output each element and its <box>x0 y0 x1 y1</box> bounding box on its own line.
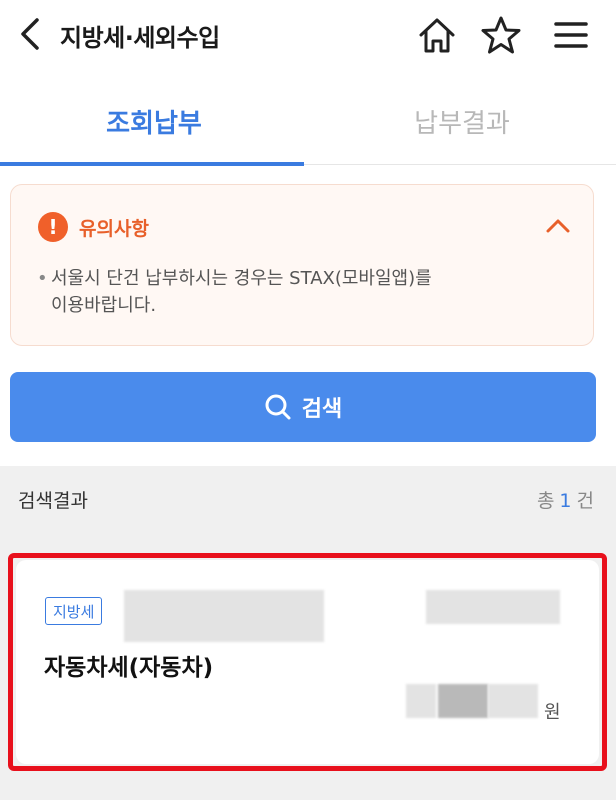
warning-icon: ! <box>38 212 68 242</box>
count-suffix: 건 <box>576 490 594 512</box>
results-header: 검색결과 총1건 <box>0 466 616 532</box>
results-label: 검색결과 <box>18 490 88 512</box>
tab-inquiry-payment[interactable]: 조회납부 <box>0 80 308 162</box>
star-icon <box>481 16 521 54</box>
notice-text: • 서울시 단건 납부하시는 경우는 STAX(모바일앱)를 이용바랍니다. <box>37 265 537 319</box>
chevron-up-icon <box>546 219 570 233</box>
search-button[interactable]: 검색 <box>10 372 596 442</box>
active-tab-indicator <box>0 162 304 166</box>
count-prefix: 총 <box>536 490 555 512</box>
menu-icon <box>554 22 588 48</box>
bullet: • <box>37 268 48 289</box>
tab-payment-result[interactable]: 납부결과 <box>308 80 616 162</box>
app-header: 지방세·세외수입 <box>0 0 616 72</box>
count-number: 1 <box>559 490 572 512</box>
search-icon <box>265 394 291 420</box>
chevron-left-icon <box>21 18 39 50</box>
results-count: 총1건 <box>537 486 594 513</box>
notice-line-2: 이용바랍니다. <box>51 295 157 316</box>
notice-line-1: 서울시 단건 납부하시는 경우는 STAX(모바일앱)를 <box>51 268 432 289</box>
home-button[interactable] <box>414 12 460 58</box>
home-icon <box>419 18 455 53</box>
notice-title: 유의사항 <box>79 218 149 240</box>
favorite-button[interactable] <box>478 12 524 58</box>
collapse-button[interactable] <box>541 209 575 243</box>
back-button[interactable] <box>12 14 48 54</box>
tab-bar: 조회납부 납부결과 <box>0 80 616 166</box>
page-title: 지방세·세외수입 <box>60 24 220 52</box>
highlight-box <box>8 553 607 771</box>
search-button-label: 검색 <box>301 397 343 422</box>
notice-panel: ! 유의사항 • 서울시 단건 납부하시는 경우는 STAX(모바일앱)를 이용바… <box>10 184 594 346</box>
menu-button[interactable] <box>548 12 594 58</box>
